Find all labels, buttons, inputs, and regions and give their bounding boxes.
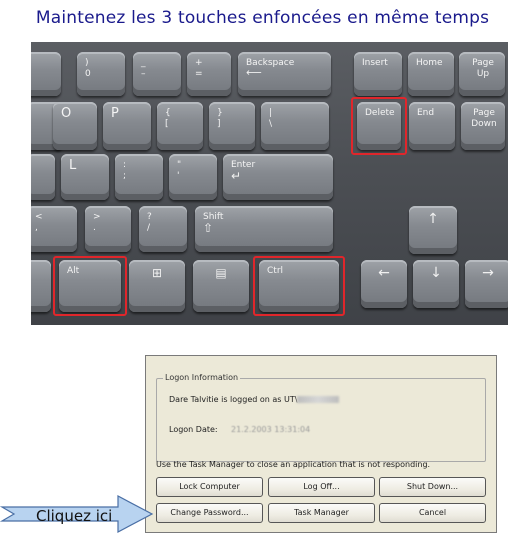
blurred-username [297,396,340,403]
highlight-delete [351,97,407,155]
logon-date-value: 21.2.2003 13:31:04 [231,425,311,434]
logged-on-label: Dare Talvitie is logged on as UT\ [169,395,298,404]
key-minus: _ – [133,52,181,96]
key-down: ↓ [413,260,459,308]
logged-on-text: Dare Talvitie is logged on as UT\ [169,395,340,404]
key-brace-open: { [ [157,102,203,150]
key-comma: < , [31,206,77,252]
key-o: O [53,102,97,150]
windows-security-dialog: Logon Information Dare Talvitie is logge… [145,355,497,533]
key-brace-close: } ] [209,102,255,150]
key-up: ↑ [409,206,457,254]
logon-info-title: Logon Information [163,373,241,382]
key-shift: Shift ⇧ [195,206,333,252]
key-windows: ⊞ [129,260,185,312]
key-menu: ▤ [193,260,249,312]
up-arrow-icon: ↑ [427,211,439,227]
key-quote: " ' [169,154,217,200]
key-period: > . [85,206,131,252]
key-9: ( 9 [31,52,61,96]
key-pageup: Page Up [459,52,505,96]
key-plus: + = [187,52,231,96]
shut-down-button[interactable]: Shut Down... [379,477,486,497]
change-password-button[interactable]: Change Password... [156,503,263,523]
log-off-button[interactable]: Log Off... [268,477,375,497]
key-left: ← [361,260,407,308]
key-0: ) 0 [77,52,125,96]
windows-logo-icon: ⊞ [151,266,163,280]
key-p: P [103,102,151,150]
backspace-arrow-icon: ⟵ [246,66,262,79]
key-l: L [61,154,109,200]
enter-arrow-icon: ↵ [231,169,242,183]
right-arrow-icon: → [482,265,494,281]
key-insert: Insert [354,52,402,96]
key-backspace: Backspace ⟵ [238,52,331,96]
callout-label: Cliquez ici [36,507,113,525]
keyboard-photo: ( 9 ) 0 _ – + = Backspace ⟵ Insert Home … [31,42,508,325]
menu-key-icon: ▤ [215,266,227,280]
key-pagedown: Page Down [461,102,505,150]
logon-date-label: Logon Date: [169,425,218,434]
key-backslash: | \ [261,102,329,150]
task-manager-message: Use the Task Manager to close an applica… [156,460,431,469]
key-end: End [409,102,455,150]
logon-info-group: Logon Information Dare Talvitie is logge… [156,373,486,462]
key-home: Home [408,52,454,96]
key-partial-3 [31,260,51,312]
highlight-ctrl [253,256,345,316]
key-partial-2 [31,154,55,200]
key-colon: : ; [115,154,163,200]
logon-date-row: Logon Date: 21.2.2003 13:31:04 [169,425,310,434]
cancel-button[interactable]: Cancel [379,503,486,523]
left-arrow-icon: ← [378,265,390,281]
highlight-alt [53,256,127,316]
task-manager-button[interactable]: Task Manager [268,503,375,523]
shift-arrow-icon: ⇧ [203,221,214,235]
down-arrow-icon: ↓ [430,265,442,281]
key-enter: Enter ↵ [223,154,333,200]
lock-computer-button[interactable]: Lock Computer [156,477,263,497]
page-headline: Maintenez les 3 touches enfoncées en mêm… [35,8,490,28]
key-slash: ? / [139,206,187,252]
key-right: → [465,260,508,308]
